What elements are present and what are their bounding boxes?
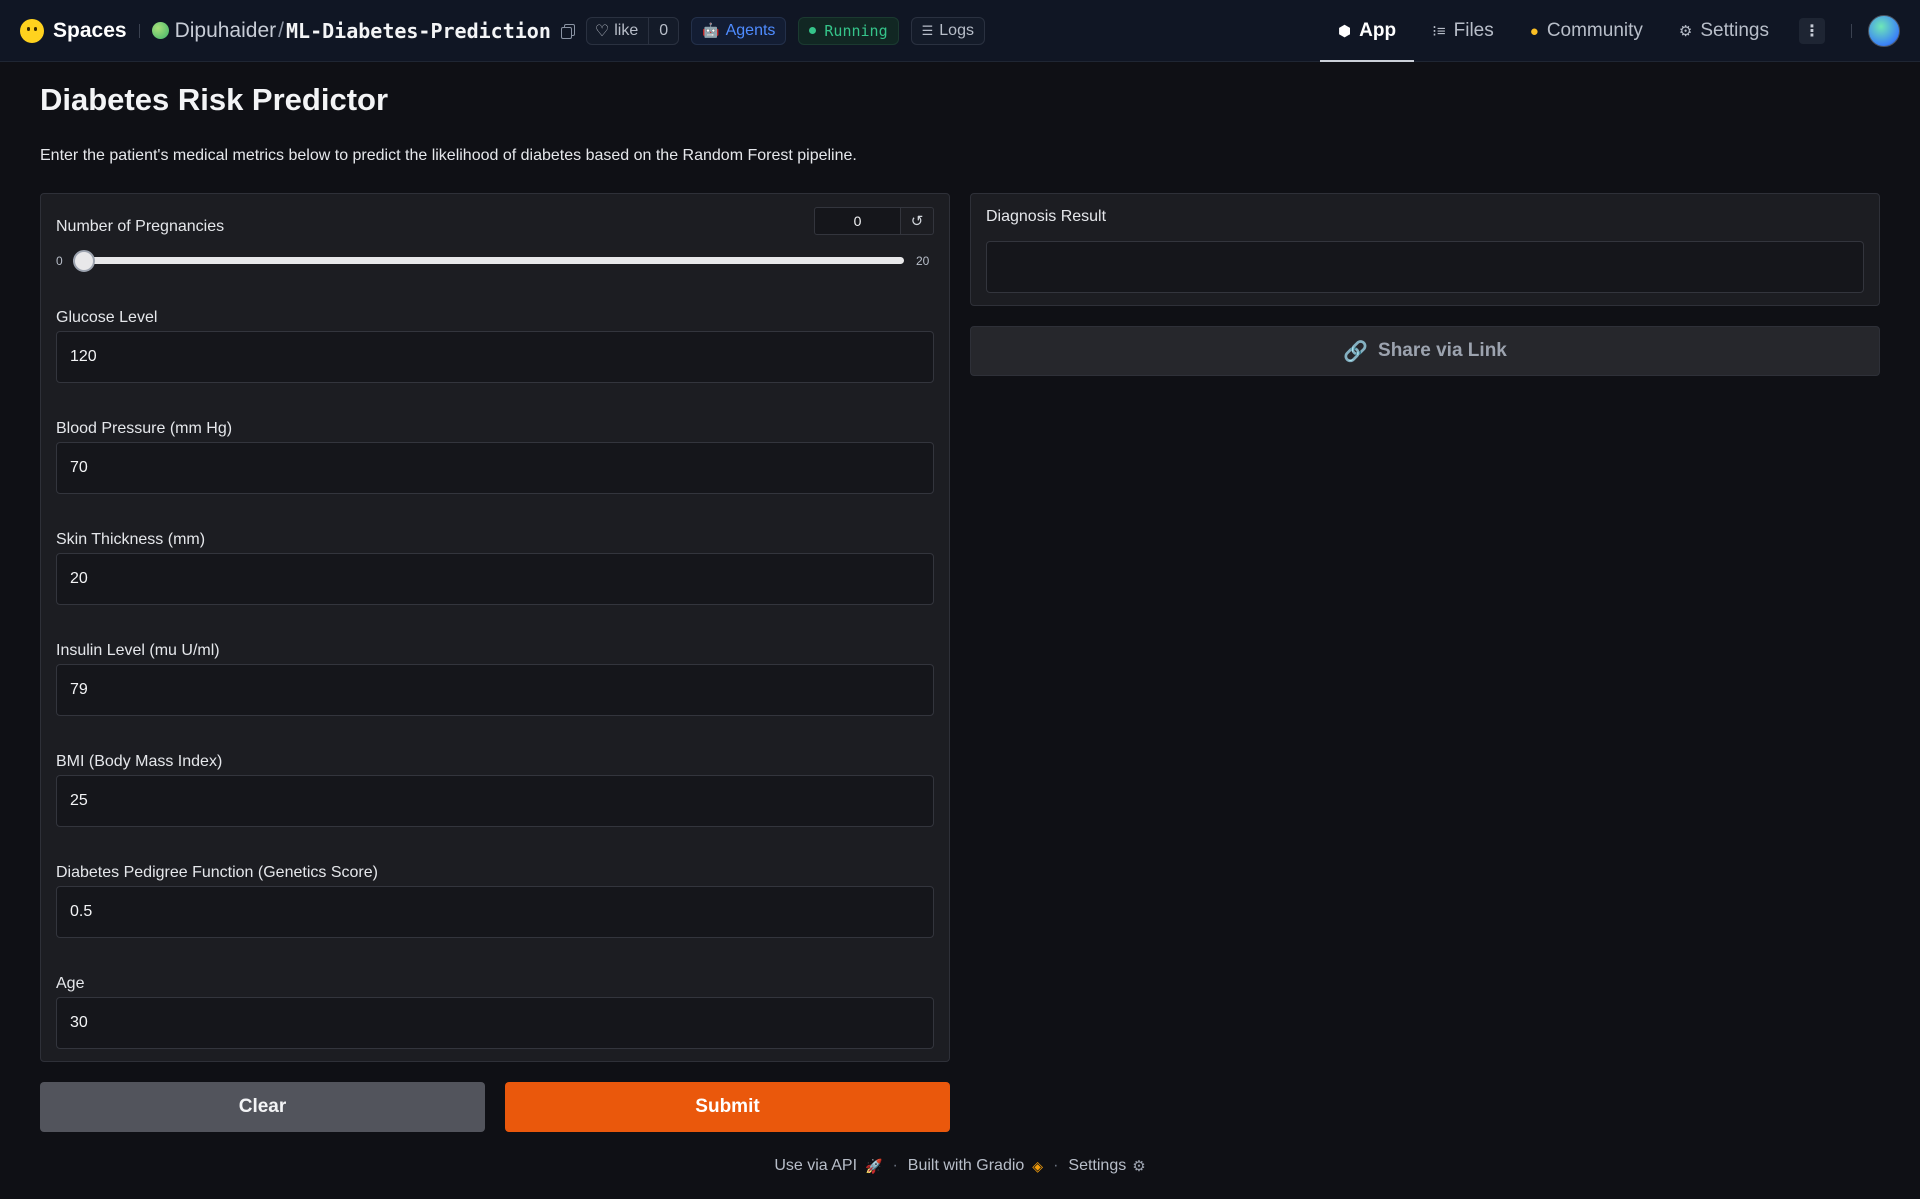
status-badge[interactable]: Running: [798, 16, 899, 45]
footer-separator: ·: [892, 1157, 898, 1174]
tab-app[interactable]: ⬢ App: [1320, 0, 1415, 62]
insulin-field[interactable]: 79: [56, 664, 934, 716]
space-repo-link[interactable]: ML-Diabetes-Prediction: [286, 19, 551, 43]
input-panel: Number of Pregnancies 0 ↺ 0 20 Glucose L…: [40, 193, 950, 1062]
link-icon: 🔗: [1343, 340, 1369, 363]
page-title: Diabetes Risk Predictor: [40, 82, 389, 117]
logs-icon: ☰: [921, 22, 934, 38]
more-options-button[interactable]: ⋮: [1799, 18, 1825, 44]
footer: Use via API 🚀 · Built with Gradio ◈ · Se…: [0, 1153, 1920, 1179]
nav-divider: [1851, 24, 1852, 38]
tab-settings-label: Settings: [1700, 20, 1769, 41]
like-label: like: [614, 21, 639, 39]
skin-thickness-label: Skin Thickness (mm): [56, 531, 206, 548]
clear-button[interactable]: Clear: [40, 1082, 485, 1132]
footer-separator: ·: [1053, 1157, 1059, 1174]
diagnosis-result-field[interactable]: [986, 241, 1864, 293]
gear-icon: ⚙: [1678, 23, 1693, 40]
agents-label: Agents: [725, 21, 776, 39]
blood-pressure-field[interactable]: 70: [56, 442, 934, 494]
tab-app-label: App: [1359, 20, 1397, 41]
pedigree-field[interactable]: 0.5: [56, 886, 934, 938]
spaces-brand[interactable]: Spaces: [20, 18, 127, 43]
reset-icon[interactable]: ↺: [901, 207, 934, 235]
slider-min-label: 0: [56, 254, 63, 268]
pedigree-label: Diabetes Pedigree Function (Genetics Sco…: [56, 864, 378, 881]
heart-icon: ♡: [594, 22, 610, 40]
agents-button[interactable]: 🤖 Agents: [691, 16, 787, 45]
status-label: Running: [824, 21, 888, 40]
skin-thickness-field[interactable]: 20: [56, 553, 934, 605]
gear-icon: ⚙: [1132, 1158, 1146, 1175]
hugging-face-logo-icon: [20, 18, 44, 43]
bmi-label: BMI (Body Mass Index): [56, 753, 223, 770]
bmi-field[interactable]: 25: [56, 775, 934, 827]
space-nav: ⬢ App ⁝≡ Files ● Community ⚙ Settings ⋮: [1320, 0, 1920, 62]
space-avatar-icon: [151, 22, 169, 39]
like-button[interactable]: ♡ like 0: [585, 16, 680, 45]
page-description: Enter the patient's medical metrics belo…: [40, 147, 857, 164]
copy-icon[interactable]: [560, 23, 575, 39]
gradio-logo-icon: ◈: [1032, 1157, 1044, 1174]
logs-label: Logs: [939, 21, 974, 39]
use-via-api-link[interactable]: Use via API: [774, 1157, 857, 1175]
robot-icon: 🤖: [702, 22, 720, 38]
share-label: Share via Link: [1378, 340, 1507, 361]
tab-community-label: Community: [1546, 20, 1643, 41]
tab-community[interactable]: ● Community: [1512, 0, 1661, 62]
header-divider: [138, 23, 140, 38]
files-icon: ⁝≡: [1432, 23, 1446, 40]
share-via-link-button[interactable]: 🔗 Share via Link: [970, 326, 1880, 376]
submit-button[interactable]: Submit: [505, 1082, 950, 1132]
tab-settings[interactable]: ⚙ Settings: [1661, 0, 1787, 62]
spaces-brand-label: Spaces: [53, 18, 127, 42]
tab-files-label: Files: [1453, 20, 1494, 41]
pregnancies-number-input[interactable]: 0: [814, 207, 901, 235]
slider-max-label: 20: [916, 254, 930, 268]
output-panel: Diagnosis Result: [970, 193, 1880, 306]
like-count[interactable]: 0: [649, 22, 678, 40]
hug-icon: ●: [1529, 22, 1539, 40]
diagnosis-result-label: Diagnosis Result: [986, 208, 1107, 225]
logs-button[interactable]: ☰ Logs: [910, 16, 985, 45]
glucose-field[interactable]: 120: [56, 331, 934, 383]
tab-files[interactable]: ⁝≡ Files: [1414, 0, 1512, 62]
status-dot-icon: [809, 27, 817, 34]
insulin-label: Insulin Level (mu U/ml): [56, 642, 220, 659]
blood-pressure-label: Blood Pressure (mm Hg): [56, 420, 233, 437]
built-with-gradio-link[interactable]: Built with Gradio: [908, 1157, 1025, 1175]
top-bar: Spaces Dipuhaider / ML-Diabetes-Predicti…: [0, 0, 1920, 62]
pregnancies-slider-handle[interactable]: [73, 250, 95, 272]
pregnancies-slider-track[interactable]: [73, 257, 904, 264]
rocket-icon: 🚀: [865, 1157, 883, 1174]
user-avatar[interactable]: [1868, 15, 1900, 47]
pregnancies-label: Number of Pregnancies: [56, 218, 225, 235]
path-separator: /: [278, 18, 284, 42]
like-toggle[interactable]: ♡ like: [587, 17, 650, 44]
space-owner-link[interactable]: Dipuhaider: [175, 19, 277, 43]
age-field[interactable]: 30: [56, 997, 934, 1049]
age-label: Age: [56, 975, 85, 992]
glucose-label: Glucose Level: [56, 309, 158, 326]
cube-icon: ⬢: [1338, 23, 1352, 40]
footer-settings-link[interactable]: Settings: [1068, 1157, 1126, 1175]
